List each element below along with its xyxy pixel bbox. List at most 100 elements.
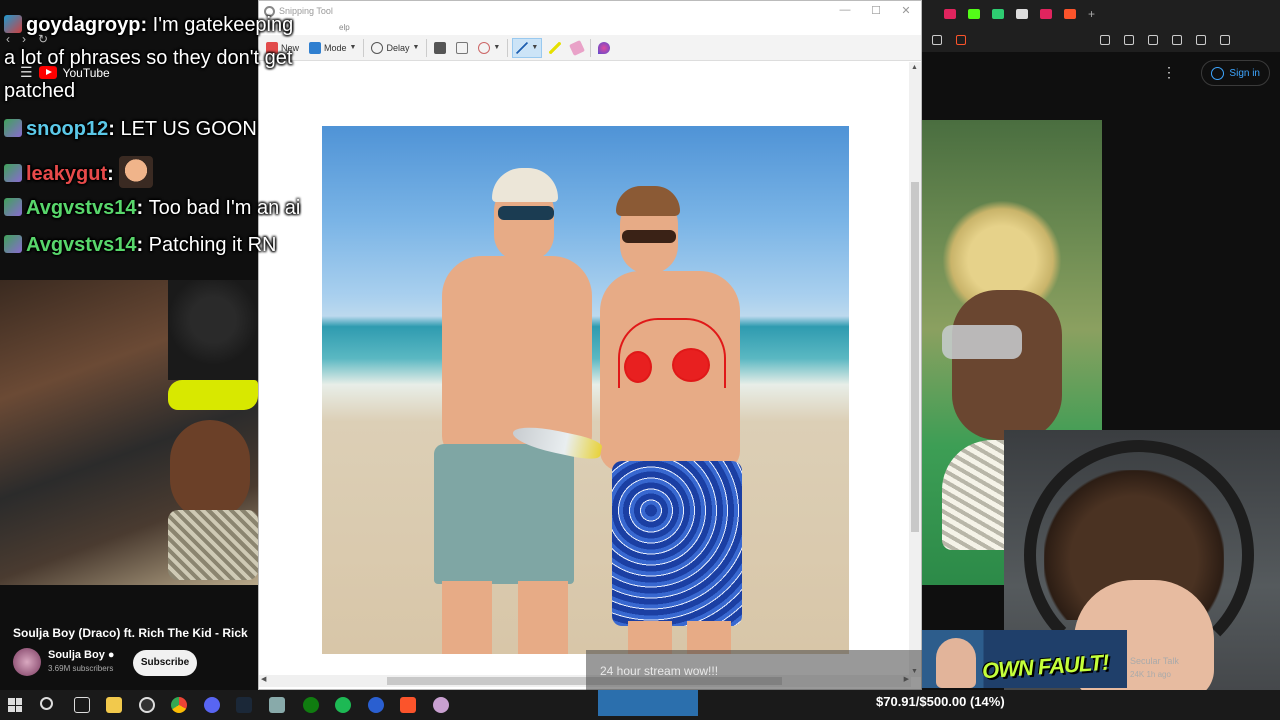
stream-alert-box: 24 hour stream wow!!! [586,650,922,690]
paint3d-button[interactable] [595,38,613,58]
youtube-tab-icon[interactable] [1040,9,1052,19]
video-frame-glasses [942,325,1022,359]
eraser-button[interactable] [568,38,586,58]
subscribe-button[interactable]: Subscribe [133,650,197,676]
person-left-hat [492,168,558,202]
subscriber-count: 3.69M subscribers [48,664,114,673]
chat-badge-icon [4,15,22,33]
close-icon[interactable]: ✕ [896,4,916,17]
ea-icon[interactable] [368,697,384,713]
sign-in-button[interactable]: Sign in [1201,60,1270,86]
chat-badge-icon [4,119,22,137]
clock-icon [371,41,384,54]
sidebar-icon[interactable] [1148,35,1158,45]
chat-text: LET US GOON [120,118,257,140]
steam-icon[interactable] [236,697,252,713]
person-right-shorts [612,461,742,626]
obs-icon[interactable] [139,697,155,713]
person-left-sunglasses [498,206,554,220]
chat-badge-icon [4,164,22,182]
menu-icon[interactable] [1220,35,1230,45]
vpn-icon[interactable] [1196,35,1206,45]
more-options-icon[interactable]: ⋮ [1162,64,1176,81]
kick-tab-icon[interactable] [968,9,980,19]
chat-badge-icon [4,198,22,216]
chat-message: Avgvstvs14: Too bad I'm an ai [4,197,300,220]
chevron-down-icon: ▼ [531,44,539,51]
suggested-stats: 24K 1h ago [1130,670,1171,679]
donation-goal-text: $70.91/$500.00 (14%) [876,694,1005,709]
person-left-leg [518,581,568,654]
minimize-icon[interactable]: — [835,4,855,16]
wallet-icon[interactable] [1172,35,1182,45]
save-button[interactable] [431,38,449,58]
chrome-icon[interactable] [171,697,187,713]
chat-badge-icon [4,235,22,253]
chat-message: snoop12: LET US GOON [4,118,257,141]
video-frame-glasses [168,380,258,410]
chat-username: Avgvstvs14 [26,234,137,256]
delay-label: Delay [386,42,410,53]
brave-icon[interactable] [400,697,416,713]
tab-icon[interactable] [992,9,1004,19]
chat-message: leakygut: [4,156,154,188]
scrollbar-thumb[interactable] [911,182,919,532]
copy-button[interactable] [453,38,471,58]
suggested-video-thumbnail[interactable]: OWN FAULT! [922,630,1127,688]
chat-username: snoop12 [26,118,109,140]
thumbnail-face [936,638,976,688]
chat-message: Avgvstvs14: Patching it RN [4,234,277,257]
suggested-video[interactable]: OWN FAULT! [922,630,1127,688]
channel-name[interactable]: Soulja Boy ● [48,649,115,661]
sign-in-label: Sign in [1229,67,1260,79]
spotify-icon[interactable] [335,697,351,713]
brave-shield-icon[interactable] [956,35,966,45]
stream-alert-text: 24 hour stream wow!!! [600,664,719,678]
maximize-icon[interactable]: ☐ [866,4,886,17]
chat-message-continued: patched [4,80,76,102]
screen-icon[interactable] [932,35,942,45]
chat-emote-icon [119,156,154,188]
delay-button[interactable]: Delay ▼ [368,38,422,58]
video-frame-chain [168,510,258,580]
pen-button[interactable]: ▼ [512,37,543,58]
suggested-channel[interactable]: Secular Talk [1130,656,1179,666]
video-frame-face [952,290,1062,440]
music-icon[interactable] [1124,35,1134,45]
scroll-left-icon[interactable]: ◀ [261,675,266,683]
windows-start-icon[interactable] [8,698,22,712]
search-icon[interactable] [40,697,53,710]
channel-avatar[interactable] [13,648,41,676]
pen-icon [516,41,529,54]
video-player-left[interactable] [0,280,258,585]
suggested-video-meta: Secular Talk 24K 1h ago [1130,656,1179,683]
copy-icon [456,41,469,54]
youtube-tab-icon[interactable] [944,9,956,19]
tab-icon[interactable] [1016,9,1028,19]
vertical-scrollbar[interactable]: ▲ ▼ [909,62,921,677]
save-icon [434,41,447,54]
video-info: Soulja Boy (Draco) ft. Rich The Kid - Ri… [0,618,258,688]
highlighter-button[interactable] [546,38,564,58]
donation-goal-progress [598,690,698,716]
highlighter-icon [549,41,562,54]
new-tab-icon[interactable]: + [1088,7,1095,21]
send-button[interactable]: ▼ [475,38,503,58]
scroll-up-icon[interactable]: ▲ [911,64,918,71]
file-explorer-icon[interactable] [106,697,122,713]
task-view-icon[interactable] [74,697,90,713]
toolbar-divider [363,38,365,57]
eraser-icon [569,39,586,56]
person-right-sunglasses [622,230,676,243]
chat-username: goydagroyp [26,14,141,36]
verified-icon: ● [107,649,115,661]
xbox-icon[interactable] [303,697,319,713]
brave-tab-icon[interactable] [1064,9,1076,19]
account-icon [1211,66,1225,80]
browser-tab-bar[interactable]: + [922,0,1280,28]
app2-icon[interactable] [433,697,449,713]
discord-icon[interactable] [204,697,220,713]
extensions-icon[interactable] [1100,35,1110,45]
desktop: ‹ › ↻ ☰ YouTube Soulja Boy (Draco) ft. R… [0,0,1280,720]
app-icon[interactable] [269,697,285,713]
